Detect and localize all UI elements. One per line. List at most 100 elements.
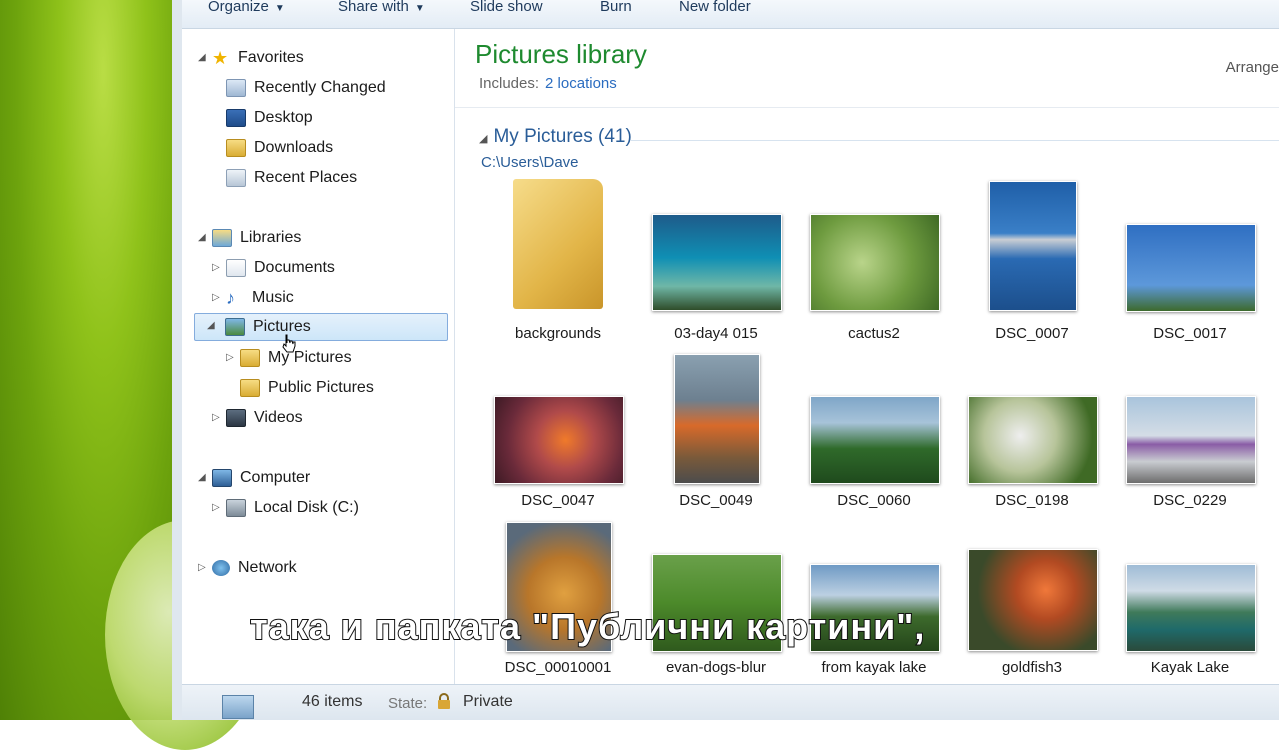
file-name-label: goldfish3 (1001, 659, 1063, 676)
expand-arrow-icon[interactable]: ▷ (226, 352, 234, 363)
arrange-by-button[interactable]: Arrange (1226, 59, 1279, 76)
navigation-pane: ◢ ★ Favorites Recently Changed Desktop D… (182, 29, 455, 685)
image-thumbnail (1126, 224, 1256, 312)
locations-link[interactable]: 2 locations (545, 75, 617, 92)
nav-computer[interactable]: Computer (212, 465, 310, 491)
videos-icon (226, 409, 246, 427)
nav-label: Desktop (254, 109, 313, 126)
includes-label: Includes: (479, 75, 540, 92)
nav-recently-changed[interactable]: Recently Changed (226, 75, 386, 101)
file-name-label: DSC_0060 (837, 492, 911, 509)
expand-arrow-icon[interactable]: ◢ (198, 472, 206, 483)
nav-desktop[interactable]: Desktop (226, 105, 313, 131)
group-divider (630, 140, 1279, 141)
documents-icon (226, 259, 246, 277)
command-bar: Organize ▼ Share with ▼ Slide show Burn Ne… (182, 0, 1279, 29)
mouse-pointer-icon (282, 334, 296, 353)
nav-documents[interactable]: Documents (226, 255, 335, 281)
organize-button[interactable]: Organize ▼ (208, 0, 285, 15)
state-label: State: (388, 695, 428, 712)
lock-icon (438, 693, 450, 709)
share-with-label: Share with (338, 0, 409, 15)
file-name-label: from kayak lake (821, 659, 927, 676)
nav-libraries[interactable]: Libraries (212, 225, 301, 251)
nav-label: Favorites (238, 49, 304, 66)
nav-pictures[interactable]: ◢ Pictures (194, 313, 448, 341)
expand-arrow-icon[interactable]: ◢ (207, 320, 215, 331)
file-name-label: DSC_00010001 (504, 659, 612, 676)
image-thumbnail (968, 396, 1098, 484)
nav-label: Libraries (240, 229, 302, 246)
expand-arrow-icon[interactable]: ◢ (198, 232, 206, 243)
libraries-icon (212, 229, 232, 247)
folder-icon (240, 349, 260, 367)
star-icon: ★ (212, 48, 229, 68)
status-bar: 46 items State: Private (182, 684, 1279, 720)
nav-label: My Pictures (268, 349, 352, 366)
folder-thumbnail (513, 179, 603, 309)
nav-public-pictures[interactable]: Public Pictures (240, 375, 374, 401)
desktop-background (0, 0, 265, 750)
includes-line: Includes: 2 locations (479, 75, 617, 92)
file-name-label: cactus2 (848, 325, 900, 342)
nav-local-disk[interactable]: Local Disk (C:) (226, 495, 359, 521)
new-folder-button[interactable]: New folder (679, 0, 751, 15)
burn-button[interactable]: Burn (600, 0, 632, 15)
desktop-icon (226, 109, 246, 127)
file-name-label: DSC_0047 (521, 492, 595, 509)
folder-icon (240, 379, 260, 397)
nav-label: Public Pictures (268, 379, 374, 396)
expand-arrow-icon[interactable]: ◢ (198, 52, 206, 63)
state-value: Private (463, 693, 513, 710)
share-with-button[interactable]: Share with ▼ (338, 0, 425, 15)
slide-show-button[interactable]: Slide show (470, 0, 543, 15)
nav-label: Music (252, 289, 294, 306)
group-header[interactable]: ◢ My Pictures (41) (479, 126, 632, 148)
nav-recent-places[interactable]: Recent Places (226, 165, 357, 191)
file-name-label: DSC_0229 (1153, 492, 1227, 509)
downloads-folder-icon (226, 139, 246, 157)
expand-arrow-icon[interactable]: ▷ (212, 262, 220, 273)
pictures-icon (225, 318, 245, 336)
network-icon (212, 560, 230, 576)
collapse-arrow-icon: ◢ (479, 133, 488, 145)
image-thumbnail (810, 396, 940, 484)
nav-label: Local Disk (C:) (254, 499, 359, 516)
image-thumbnail (989, 181, 1077, 311)
nav-favorites[interactable]: ★ Favorites (212, 45, 304, 71)
image-thumbnail (674, 354, 760, 484)
nav-downloads[interactable]: Downloads (226, 135, 333, 161)
music-icon: ♪ (226, 288, 235, 308)
image-thumbnail (652, 214, 782, 311)
nav-label: Documents (254, 259, 335, 276)
nav-network[interactable]: Network (212, 555, 297, 581)
nav-label: Downloads (254, 139, 334, 156)
group-header-label: My Pictures (41) (493, 126, 632, 147)
image-thumbnail (810, 214, 940, 311)
file-name-label: 03-day4 015 (674, 325, 758, 342)
group-path: C:\Users\Dave (481, 154, 579, 171)
image-thumbnail (1126, 396, 1256, 484)
divider (455, 107, 1279, 108)
expand-arrow-icon[interactable]: ▷ (212, 412, 220, 423)
recent-places-icon (226, 169, 246, 187)
file-name-label: backgrounds (515, 325, 601, 342)
expand-arrow-icon[interactable]: ▷ (212, 502, 220, 513)
content-pane: Pictures library Includes: 2 locations Ar… (455, 29, 1279, 685)
library-title: Pictures library (475, 39, 647, 69)
nav-music[interactable]: ♪ Music (226, 285, 294, 311)
organize-label: Organize (208, 0, 269, 15)
expand-arrow-icon[interactable]: ▷ (198, 562, 206, 573)
nav-videos[interactable]: Videos (226, 405, 303, 431)
hard-disk-icon (226, 499, 246, 517)
file-name-label: DSC_0007 (995, 325, 1069, 342)
file-name-label: DSC_0198 (995, 492, 1069, 509)
file-name-label: DSC_0049 (679, 492, 753, 509)
file-name-label: evan-dogs-blur (665, 659, 767, 676)
image-thumbnail (1126, 564, 1256, 652)
chevron-down-icon: ▼ (414, 3, 425, 14)
nav-label: Computer (240, 469, 311, 486)
expand-arrow-icon[interactable]: ▷ (212, 292, 220, 303)
video-subtitle: така и папката "Публични картини", (249, 605, 926, 648)
pictures-library-icon (222, 695, 254, 719)
